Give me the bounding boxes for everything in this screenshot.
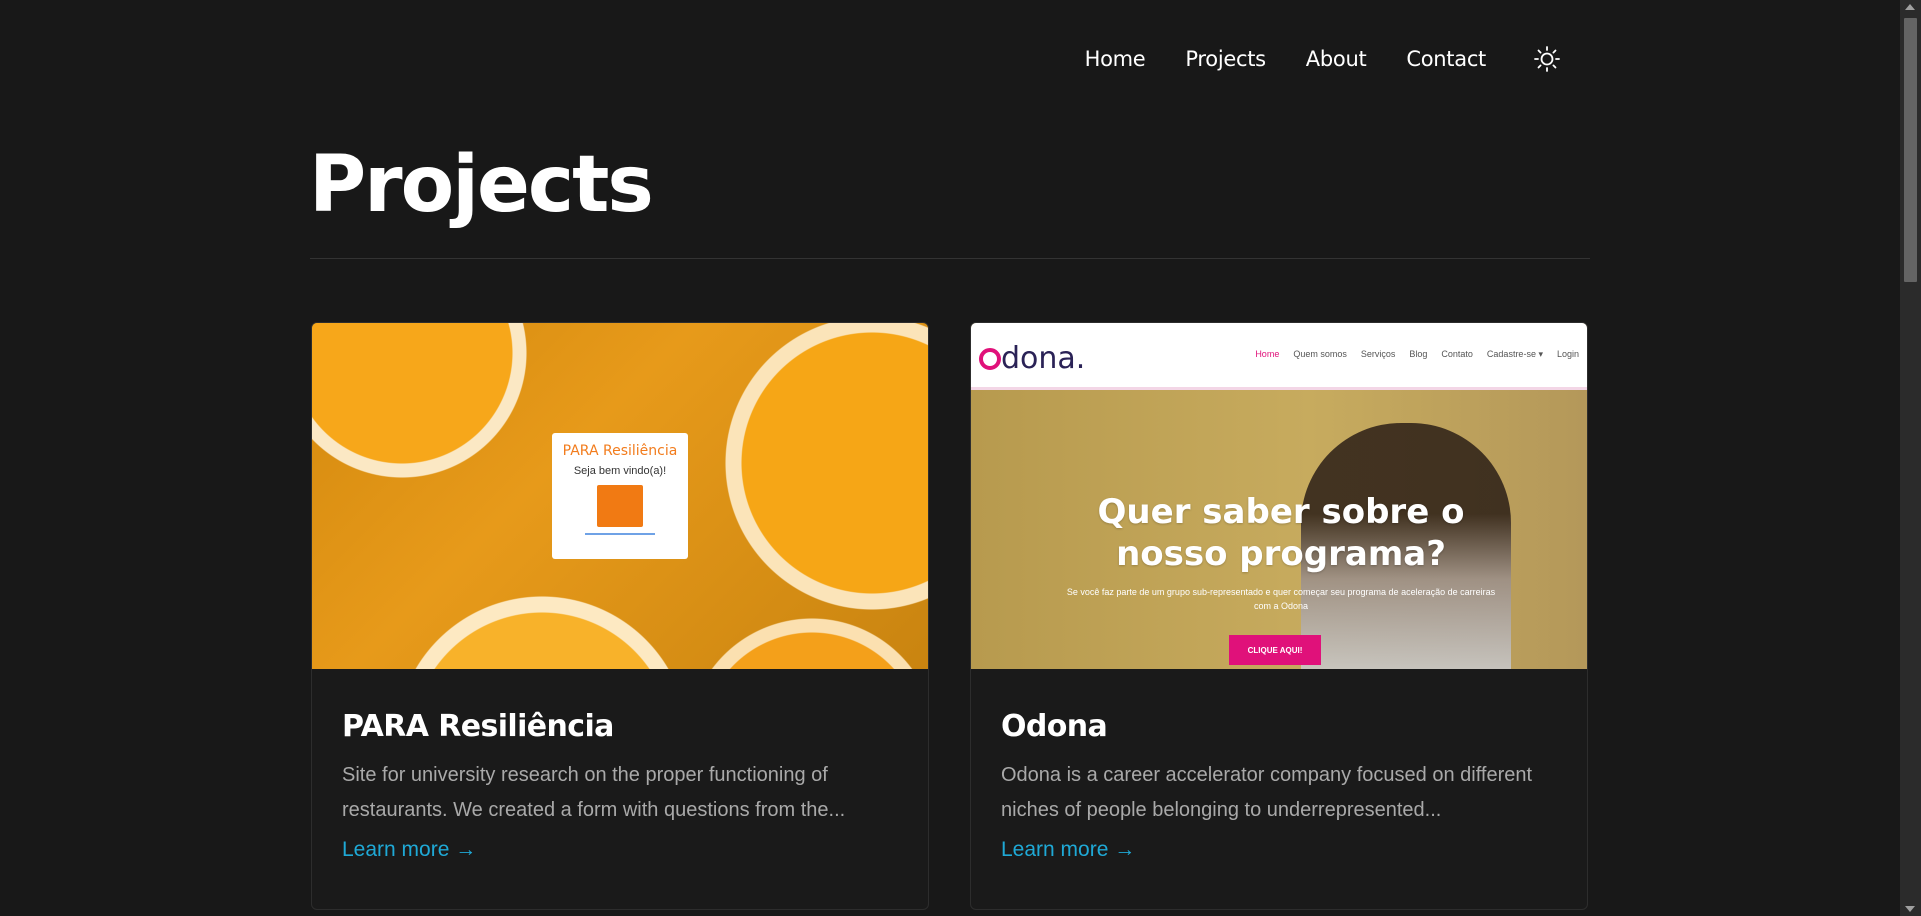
odona-menu-item: Serviços bbox=[1360, 349, 1396, 359]
top-nav: Home Projects About Contact bbox=[1045, 44, 1562, 74]
project-description: Odona is a career accelerator company fo… bbox=[1001, 764, 1533, 821]
scroll-down-arrow-icon[interactable] bbox=[1905, 906, 1915, 912]
odona-menu-item: Quem somos bbox=[1293, 349, 1347, 359]
scroll-up-arrow-icon[interactable] bbox=[1905, 4, 1915, 10]
scroll-thumb[interactable] bbox=[1904, 18, 1917, 282]
page: Home Projects About Contact Projects PAR bbox=[0, 0, 1900, 916]
sun-icon bbox=[1534, 46, 1560, 72]
para-thumb-heading: PARA Resiliência bbox=[562, 443, 678, 459]
project-title: Odona bbox=[1001, 709, 1108, 744]
nav-contact-link[interactable]: Contact bbox=[1406, 47, 1486, 71]
project-description: Site for university research on the prop… bbox=[342, 764, 846, 821]
odona-menu: Home Quem somos Serviços Blog Contato Cadastr… bbox=[1241, 349, 1579, 360]
project-card-odona[interactable]: dona. Home Quem somos Serviços Blog Contato C… bbox=[970, 322, 1588, 910]
card-body: Odona Odona is a career accelerator comp… bbox=[971, 709, 1587, 862]
page-title: Projects bbox=[309, 140, 654, 230]
theme-toggle-button[interactable] bbox=[1532, 44, 1562, 74]
para-thumb-welcome: Seja bem vindo(a)! bbox=[573, 465, 667, 477]
odona-logo: dona. bbox=[979, 341, 1085, 376]
learn-more-link[interactable]: Learn more → bbox=[1001, 838, 1135, 862]
title-divider bbox=[310, 258, 1590, 259]
para-thumb-link bbox=[585, 533, 655, 535]
odona-logo-text: dona. bbox=[1001, 341, 1086, 376]
odona-menu-item: Blog bbox=[1409, 349, 1428, 359]
project-thumbnail[interactable]: PARA Resiliência Seja bem vindo(a)! bbox=[312, 323, 928, 669]
nav-home-link[interactable]: Home bbox=[1085, 47, 1146, 71]
odona-menu-item: Cadastre-se ▾ bbox=[1486, 349, 1543, 359]
odona-logo-ring-icon bbox=[979, 348, 1001, 370]
odona-menu-item: Contato bbox=[1441, 349, 1473, 359]
odona-headline: Quer saber sobre o nosso programa? bbox=[1097, 492, 1465, 574]
odona-menu-item: Login bbox=[1556, 349, 1579, 359]
odona-header-bar: dona. Home Quem somos Serviços Blog Contato C… bbox=[971, 323, 1587, 390]
card-body: PARA Resiliência Site for university res… bbox=[312, 709, 928, 862]
para-welcome-box: PARA Resiliência Seja bem vindo(a)! bbox=[552, 433, 688, 559]
odona-cta-button: CLIQUE AQUI! bbox=[1229, 635, 1321, 665]
project-thumbnail[interactable]: dona. Home Quem somos Serviços Blog Contato C… bbox=[971, 323, 1587, 669]
para-thumb-button bbox=[597, 485, 643, 527]
project-card-para[interactable]: PARA Resiliência Seja bem vindo(a)! PARA… bbox=[311, 322, 929, 910]
nav-projects-link[interactable]: Projects bbox=[1185, 47, 1266, 71]
vertical-scrollbar[interactable] bbox=[1900, 0, 1921, 916]
learn-more-link[interactable]: Learn more → bbox=[342, 838, 476, 862]
project-title: PARA Resiliência bbox=[342, 709, 614, 744]
odona-menu-item: Home bbox=[1255, 349, 1280, 359]
nav-about-link[interactable]: About bbox=[1306, 47, 1367, 71]
odona-subtext: Se você faz parte de um grupo sub-repres… bbox=[1066, 587, 1496, 611]
